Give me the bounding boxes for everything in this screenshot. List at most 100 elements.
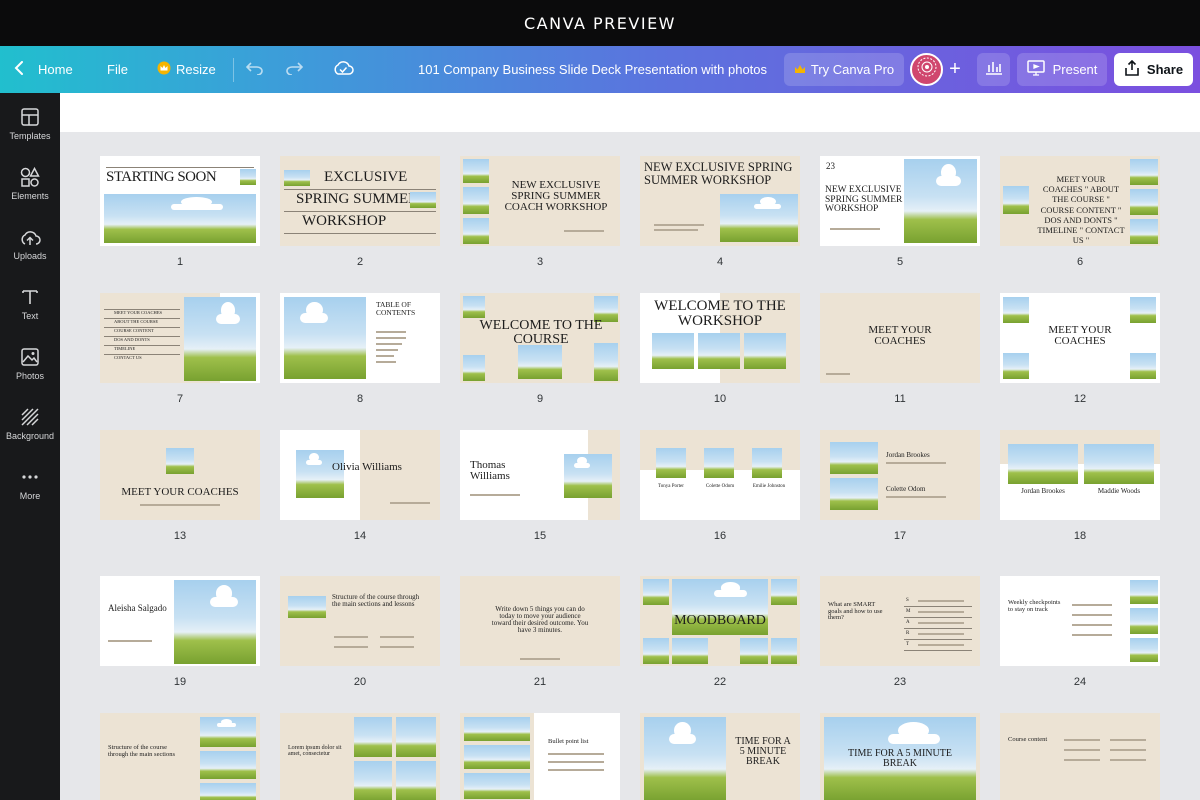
resize-button[interactable]: Resize bbox=[157, 53, 216, 86]
text-line bbox=[830, 228, 880, 230]
sidebar-item-background[interactable]: Background bbox=[0, 407, 60, 459]
photo bbox=[354, 717, 392, 757]
coach-name: Tonya Porter bbox=[658, 484, 684, 489]
home-button[interactable]: Home bbox=[14, 53, 73, 86]
slide-thumbnail-14[interactable]: Olivia Williams bbox=[280, 430, 440, 520]
photo bbox=[644, 717, 726, 800]
sidebar-item-uploads[interactable]: Uploads bbox=[0, 227, 60, 279]
text-line bbox=[886, 462, 946, 464]
present-button[interactable]: Present bbox=[1017, 53, 1107, 86]
slide-thumbnail-20[interactable]: Structure of the course through the main… bbox=[280, 576, 440, 666]
rule bbox=[284, 211, 436, 212]
slide-thumbnail-4[interactable]: NEW EXCLUSIVE SPRING SUMMER WORKSHOP bbox=[640, 156, 800, 246]
slide-thumbnail-23[interactable]: What are SMART goals and how to use them… bbox=[820, 576, 980, 666]
document-title[interactable]: 101 Company Business Slide Deck Presenta… bbox=[415, 62, 770, 77]
share-label: Share bbox=[1146, 62, 1184, 77]
slide-thumbnail-24[interactable]: Weekly checkpoints to stay on track bbox=[1000, 576, 1160, 666]
text-line bbox=[548, 769, 604, 771]
slide-thumbnail-16[interactable]: Tonya Porter Colette Odom Emilie Johnsto… bbox=[640, 430, 800, 520]
text-line bbox=[334, 646, 368, 648]
slide-thumbnail-21[interactable]: Write down 5 things you can do today to … bbox=[460, 576, 620, 666]
text-line bbox=[376, 337, 406, 339]
text-icon bbox=[21, 287, 39, 307]
text-line bbox=[564, 230, 604, 232]
slide-thumbnail-2[interactable]: EXCLUSIVE SPRING SUMMER WORKSHOP bbox=[280, 156, 440, 246]
slide-thumbnail-19[interactable]: Aleisha Salgado bbox=[100, 576, 260, 666]
slide-thumbnail-6[interactable]: MEET YOUR COACHES " ABOUT THE COURSE " C… bbox=[1000, 156, 1160, 246]
slide-thumbnail-12[interactable]: MEET YOUR COACHES bbox=[1000, 293, 1160, 383]
slide-thumbnail-3[interactable]: NEW EXCLUSIVE SPRING SUMMER COACH WORKSH… bbox=[460, 156, 620, 246]
left-sidebar: Templates Elements Uploads Text Photos B… bbox=[0, 93, 60, 800]
slide-thumbnail-15[interactable]: Thomas Williams bbox=[460, 430, 620, 520]
avatar[interactable] bbox=[910, 53, 943, 86]
sidebar-item-elements[interactable]: Elements bbox=[0, 167, 60, 219]
try-canva-pro-button[interactable]: Try Canva Pro bbox=[784, 53, 904, 86]
text-line bbox=[1110, 749, 1146, 751]
save-status-button[interactable] bbox=[332, 53, 354, 86]
photos-icon bbox=[21, 347, 39, 367]
slide-thumbnail-8[interactable]: TABLE OF CONTENTS bbox=[280, 293, 440, 383]
slide-grid: STARTING SOON 1 EXCLUSIVE SPRING SUMMER … bbox=[60, 132, 1200, 800]
sidebar-item-templates[interactable]: Templates bbox=[0, 107, 60, 159]
share-button[interactable]: Share bbox=[1114, 53, 1193, 86]
slide-thumbnail-5[interactable]: 23 NEW EXCLUSIVE SPRING SUMMER WORKSHOP bbox=[820, 156, 980, 246]
slide-title: MEET YOUR COACHES bbox=[1048, 324, 1112, 348]
photo bbox=[200, 783, 256, 800]
sidebar-item-photos[interactable]: Photos bbox=[0, 347, 60, 399]
slide-thumbnail-13[interactable]: MEET YOUR COACHES bbox=[100, 430, 260, 520]
crown-icon bbox=[794, 62, 806, 77]
add-collaborator-button[interactable]: + bbox=[945, 58, 965, 80]
slide-thumbnail-25[interactable]: Structure of the course through the main… bbox=[100, 713, 260, 800]
present-label: Present bbox=[1052, 62, 1098, 77]
chevron-left-icon bbox=[14, 61, 24, 78]
share-icon bbox=[1124, 59, 1140, 79]
redo-icon bbox=[285, 61, 304, 78]
slide-thumbnail-26[interactable]: Lorem ipsum dolor sit amet, consectetur bbox=[280, 713, 440, 800]
photo bbox=[463, 159, 489, 183]
resize-label: Resize bbox=[176, 62, 216, 77]
text-line bbox=[108, 640, 152, 642]
photo bbox=[672, 638, 708, 664]
slide-thumbnail-9[interactable]: WELCOME TO THE COURSE bbox=[460, 293, 620, 383]
slide-thumbnail-1[interactable]: STARTING SOON bbox=[100, 156, 260, 246]
photo bbox=[1130, 159, 1158, 185]
slide-thumbnail-28[interactable]: TIME FOR A 5 MINUTE BREAK bbox=[640, 713, 800, 800]
slide-number-text: 23 bbox=[826, 161, 835, 171]
slide-thumbnail-30[interactable]: Course content bbox=[1000, 713, 1160, 800]
slide-thumbnail-29[interactable]: TIME FOR A 5 MINUTE BREAK bbox=[820, 713, 980, 800]
file-label: File bbox=[107, 62, 128, 77]
slide-thumbnail-10[interactable]: WELCOME TO THE WORKSHOP bbox=[640, 293, 800, 383]
toc-item: CONTACT US bbox=[114, 355, 142, 360]
file-menu-button[interactable]: File bbox=[107, 53, 128, 86]
slide-number: 23 bbox=[893, 676, 907, 688]
insights-button[interactable] bbox=[977, 53, 1010, 86]
slide-thumbnail-7[interactable]: MEET YOUR COACHES ABOUT THE COURSE COURSE … bbox=[100, 293, 260, 383]
sidebar-item-more[interactable]: More bbox=[0, 467, 60, 519]
photo bbox=[720, 194, 798, 242]
slide-thumbnail-27[interactable]: Bullet point list bbox=[460, 713, 620, 800]
slide-number: 21 bbox=[533, 676, 547, 688]
photo bbox=[174, 580, 256, 664]
photo bbox=[463, 187, 489, 214]
slide-thumbnail-11[interactable]: MEET YOUR COACHES bbox=[820, 293, 980, 383]
sidebar-item-text[interactable]: Text bbox=[0, 287, 60, 339]
slide-thumbnail-17[interactable]: Jordan Brookes Colette Odom bbox=[820, 430, 980, 520]
text-line bbox=[380, 636, 414, 638]
photo bbox=[1084, 444, 1154, 484]
smart-letter: R bbox=[906, 631, 910, 636]
slide-thumbnail-18[interactable]: Jordan Brookes Maddie Woods bbox=[1000, 430, 1160, 520]
redo-button[interactable] bbox=[285, 53, 304, 86]
uploads-icon bbox=[19, 227, 41, 247]
sidebar-item-label: Templates bbox=[9, 131, 51, 141]
slide-title: TIME FOR A 5 MINUTE BREAK bbox=[735, 736, 791, 768]
slide-thumbnail-22[interactable]: MOODBOARD bbox=[640, 576, 800, 666]
slide-title: TABLE OF CONTENTS bbox=[376, 300, 416, 317]
smart-letter: A bbox=[906, 620, 910, 625]
text-line bbox=[1064, 759, 1100, 761]
photo bbox=[396, 717, 436, 757]
undo-button[interactable] bbox=[245, 53, 264, 86]
text-line bbox=[390, 502, 430, 504]
preview-title: CANVA PREVIEW bbox=[523, 13, 676, 33]
photo bbox=[740, 638, 768, 664]
slide-number: 22 bbox=[713, 676, 727, 688]
